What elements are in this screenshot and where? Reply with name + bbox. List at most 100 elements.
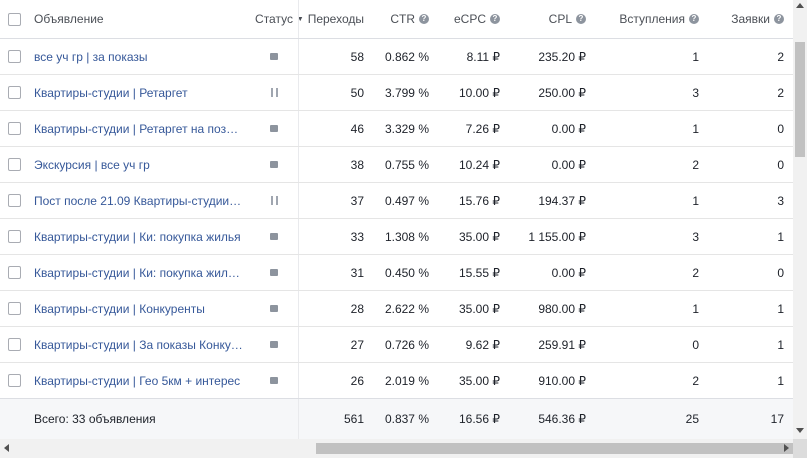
horizontal-scroll-thumb[interactable]: [316, 443, 793, 454]
cell-joins-value: 2: [692, 157, 699, 172]
row-checkbox[interactable]: [7, 338, 21, 351]
row-checkbox[interactable]: [7, 158, 21, 171]
paused-status-icon[interactable]: [270, 88, 278, 97]
row-checkbox[interactable]: [7, 194, 21, 207]
cell-joins: 2: [590, 147, 702, 182]
table-row[interactable]: Экскурсия | все уч гр 38 0.755 % 10.24 ₽ 0.0…: [0, 147, 793, 183]
vertical-scrollbar[interactable]: [793, 0, 807, 439]
cell-joins: 2: [590, 363, 702, 398]
vertical-scroll-thumb[interactable]: [795, 42, 805, 157]
cell-clicks-value: 58: [350, 49, 364, 64]
active-status-icon[interactable]: [270, 341, 278, 348]
cell-ctr-value: 0.497 %: [384, 193, 429, 208]
row-checkbox[interactable]: [7, 266, 21, 279]
column-header-joins[interactable]: Вступления ?: [590, 0, 702, 38]
cell-ctr: 1.308 %: [369, 219, 433, 254]
ad-name-link[interactable]: Пост после 21.09 Квартиры-студии | все: [34, 194, 244, 208]
cell-ecpc-value: 10.00 ₽: [459, 85, 500, 100]
row-checkbox[interactable]: [7, 122, 21, 135]
cell-joins-value: 2: [692, 373, 699, 388]
column-header-ecpc[interactable]: eCPC ?: [433, 0, 504, 38]
ad-name-link[interactable]: Квартиры-студии | Конкуренты: [34, 302, 205, 316]
row-checkbox[interactable]: [7, 86, 21, 99]
row-checkbox[interactable]: [7, 50, 21, 63]
cell-cpl-value: 250.00 ₽: [538, 85, 586, 100]
cell-leads: 1: [702, 219, 789, 254]
ad-name-link[interactable]: Квартиры-студии | Ретаргет на позиции: [34, 122, 244, 136]
ad-name-link[interactable]: все уч гр | за показы: [34, 50, 148, 64]
horizontal-scrollbar[interactable]: [0, 439, 807, 458]
cell-cpl-value: 194.37 ₽: [538, 193, 586, 208]
info-icon[interactable]: ?: [689, 14, 699, 24]
scroll-right-arrow-icon[interactable]: [784, 444, 789, 452]
table-row[interactable]: Квартиры-студии | Ки: покупка жилья 33 1.3…: [0, 219, 793, 255]
column-header-leads[interactable]: Заявки ?: [702, 0, 789, 38]
cell-cpl: 1 155.00 ₽: [504, 219, 590, 254]
cell-cpl: 250.00 ₽: [504, 75, 590, 110]
cell-leads: 0: [702, 111, 789, 146]
row-checkbox[interactable]: [7, 230, 21, 243]
info-icon[interactable]: ?: [576, 14, 586, 24]
ad-name-cell: все уч гр | за показы: [26, 39, 250, 74]
cell-ecpc-value: 7.26 ₽: [465, 121, 500, 136]
ad-name-cell: Квартиры-студии | Ки: покупка жилья 2: [26, 255, 250, 290]
row-checkbox-cell: [0, 39, 26, 74]
cell-ecpc-value: 9.62 ₽: [465, 337, 500, 352]
active-status-icon[interactable]: [270, 125, 278, 132]
ad-name-link[interactable]: Квартиры-студии | За показы Конкуренты: [34, 338, 244, 352]
cell-ecpc: 10.24 ₽: [433, 147, 504, 182]
cell-leads-value: 1: [777, 301, 784, 316]
table-row[interactable]: все уч гр | за показы 58 0.862 % 8.11 ₽ 235.…: [0, 39, 793, 75]
cell-ctr: 0.755 %: [369, 147, 433, 182]
cell-cpl: 0.00 ₽: [504, 111, 590, 146]
active-status-icon[interactable]: [270, 233, 278, 240]
cell-ecpc: 35.00 ₽: [433, 363, 504, 398]
active-status-icon[interactable]: [270, 377, 278, 384]
cell-cpl-value: 980.00 ₽: [538, 301, 586, 316]
ad-name-cell: Экскурсия | все уч гр: [26, 147, 250, 182]
scroll-up-arrow-icon[interactable]: [796, 3, 804, 8]
cell-cpl-value: 0.00 ₽: [551, 121, 586, 136]
column-header-ctr[interactable]: CTR ?: [369, 0, 433, 38]
cell-joins-value: 1: [692, 49, 699, 64]
column-header-status[interactable]: Статус: [250, 0, 298, 38]
ad-name-link[interactable]: Квартиры-студии | Ки: покупка жилья: [34, 230, 241, 244]
active-status-icon[interactable]: [270, 53, 278, 60]
active-status-icon[interactable]: [270, 161, 278, 168]
active-status-icon[interactable]: [270, 269, 278, 276]
paused-status-icon[interactable]: [270, 196, 278, 205]
row-checkbox[interactable]: [7, 302, 21, 315]
info-icon[interactable]: ?: [774, 14, 784, 24]
ad-name-link[interactable]: Квартиры-студии | Гео 5км + интерес: [34, 374, 240, 388]
row-checkbox-cell: [0, 255, 26, 290]
select-all-checkbox[interactable]: [7, 12, 21, 26]
table-row[interactable]: Квартиры-студии | Ки: покупка жилья 2 31 0…: [0, 255, 793, 291]
info-icon[interactable]: ?: [490, 14, 500, 24]
scroll-down-arrow-icon[interactable]: [796, 428, 804, 433]
row-checkbox[interactable]: [7, 374, 21, 387]
table-row[interactable]: Квартиры-студии | Гео 5км + интерес 26 2.0…: [0, 363, 793, 399]
column-header-cpl[interactable]: CPL ?: [504, 0, 590, 38]
ad-name-link[interactable]: Квартиры-студии | Ки: покупка жилья 2: [34, 266, 244, 280]
info-icon[interactable]: ?: [419, 14, 429, 24]
table-row[interactable]: Квартиры-студии | Ретаргет на позиции 46 3…: [0, 111, 793, 147]
cell-ctr-value: 0.755 %: [384, 157, 429, 172]
active-status-icon[interactable]: [270, 305, 278, 312]
cell-clicks: 46: [298, 111, 369, 146]
ad-name-link[interactable]: Экскурсия | все уч гр: [34, 158, 150, 172]
status-cell: [250, 219, 298, 254]
table-row[interactable]: Квартиры-студии | За показы Конкуренты 27…: [0, 327, 793, 363]
column-header-clicks[interactable]: ▼ Переходы: [298, 0, 369, 38]
cell-ctr: 0.450 %: [369, 255, 433, 290]
table-row[interactable]: Пост после 21.09 Квартиры-студии | все 37…: [0, 183, 793, 219]
ad-name-link[interactable]: Квартиры-студии | Ретаргет: [34, 86, 188, 100]
status-cell: [250, 111, 298, 146]
cell-joins: 0: [590, 327, 702, 362]
table-row[interactable]: Квартиры-студии | Конкуренты 28 2.622 % 35.…: [0, 291, 793, 327]
table-row[interactable]: Квартиры-студии | Ретаргет 50 3.799 % 10.00…: [0, 75, 793, 111]
row-checkbox-cell: [0, 327, 26, 362]
column-header-ecpc-label: eCPC: [453, 12, 486, 26]
column-header-name[interactable]: Объявление: [26, 0, 250, 38]
scroll-left-arrow-icon[interactable]: [4, 444, 9, 452]
cell-cpl: 235.20 ₽: [504, 39, 590, 74]
